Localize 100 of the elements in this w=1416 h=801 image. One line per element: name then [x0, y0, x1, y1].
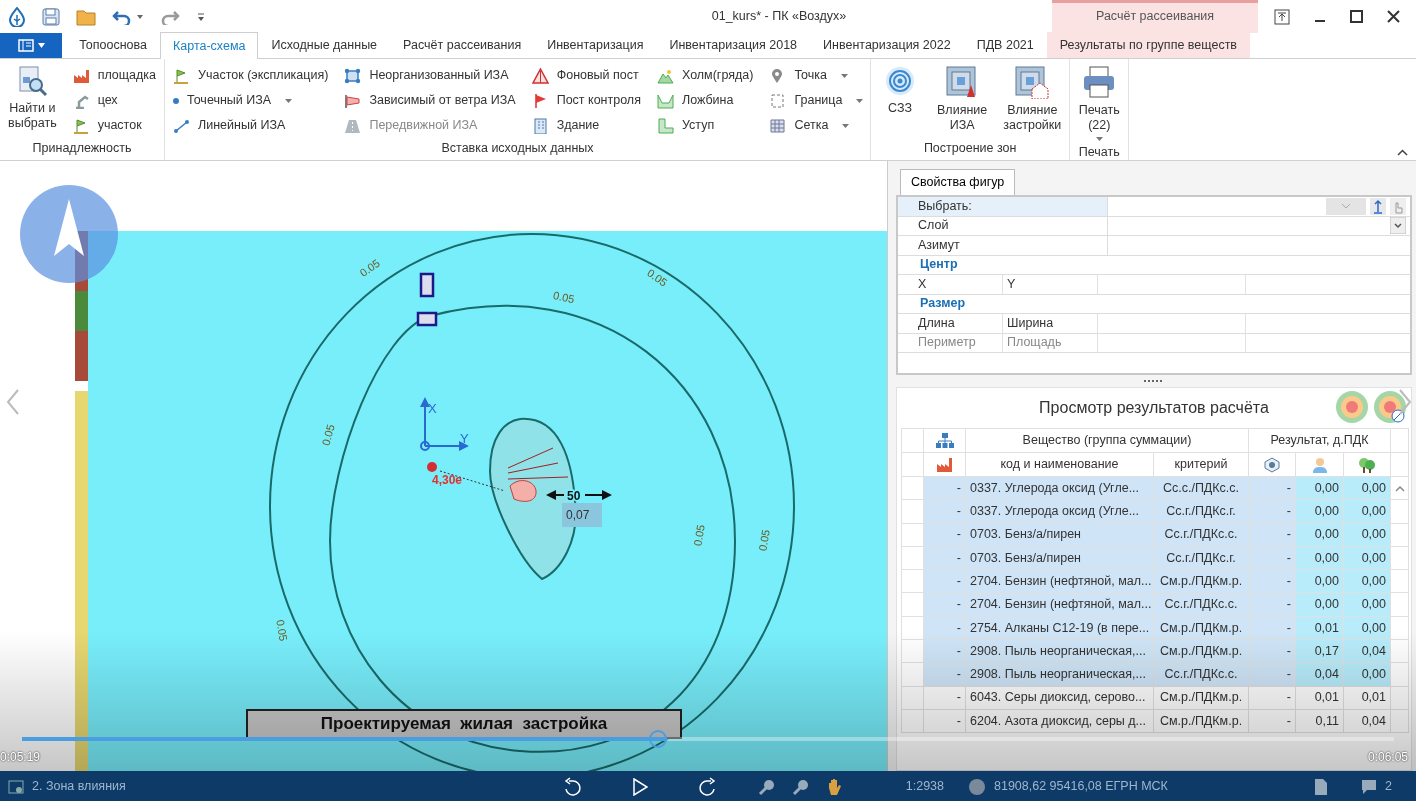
ribbon-tab[interactable]: Карта-схема — [160, 32, 259, 59]
ribbon-button[interactable]: Точечный ИЗА — [169, 88, 333, 113]
table-cell: 2754. Алканы С12-19 (в пере... — [965, 616, 1154, 640]
file-menu-button[interactable] — [0, 33, 63, 58]
collapse-icon[interactable] — [1397, 149, 1408, 156]
table-cell: 0703. Бенз/а/пирен — [965, 523, 1154, 547]
ribbon-button[interactable]: Участок (экспликация) — [169, 63, 333, 88]
ribbon-button[interactable]: Неорганизованный ИЗА — [340, 63, 520, 88]
target-icon[interactable] — [1373, 390, 1407, 424]
play-icon[interactable] — [631, 777, 648, 796]
valley-icon — [656, 92, 674, 109]
scroll-up-icon[interactable] — [1395, 484, 1405, 492]
trees-icon[interactable] — [1358, 456, 1376, 473]
elapsed-time: 0:05:19 — [0, 749, 41, 766]
factory-icon[interactable] — [935, 456, 954, 473]
ribbon-button[interactable]: Сетка — [765, 113, 868, 138]
contour-label: 0.05 — [357, 256, 382, 279]
ribbon-button[interactable]: цех — [68, 88, 161, 113]
property-label: Длина — [898, 314, 1003, 333]
group-label: Принадлежность — [31, 140, 133, 158]
building-icon — [531, 117, 549, 134]
search-icon — [16, 65, 49, 97]
ribbon-button[interactable]: площадка — [68, 63, 161, 88]
ribbon-button[interactable]: Влияние ИЗА — [933, 63, 992, 135]
ribbon-button[interactable]: СЗЗ — [875, 63, 926, 118]
table-cell: 0337. Углерода оксид (Угле... — [965, 499, 1154, 524]
ribbon-button[interactable]: Пост контроля — [527, 88, 645, 113]
table-cell: - — [923, 686, 966, 710]
group-label: Вставка исходных данных — [440, 140, 595, 158]
ribbon-button[interactable]: Холм(гряда) — [652, 63, 758, 88]
ribbon-button[interactable]: Ложбина — [652, 88, 758, 113]
ribbon-button[interactable]: Фоновый пост — [527, 63, 645, 88]
total-time: 0:06:05 — [1367, 749, 1408, 766]
ribbon-button[interactable]: Печать (22) — [1074, 63, 1125, 143]
panel-tab[interactable]: Свойства фигур — [900, 169, 1016, 195]
restore-icon[interactable] — [1274, 8, 1290, 25]
zoom-in-icon[interactable] — [757, 777, 776, 796]
target-icon[interactable] — [1335, 390, 1369, 424]
flag-icon — [72, 117, 90, 134]
contour-label: 0.05 — [319, 423, 337, 447]
axis-label: Y — [460, 431, 469, 446]
ribbon-button[interactable]: Точка — [765, 63, 868, 88]
table-cell: - — [923, 709, 966, 733]
hierarchy-icon[interactable] — [935, 432, 954, 449]
ribbon-button[interactable]: Влияние застройки — [999, 63, 1066, 135]
line-icon — [173, 117, 191, 134]
next-icon[interactable] — [1398, 389, 1412, 415]
ribbon-button[interactable]: участок — [68, 113, 161, 138]
caret-icon — [842, 123, 850, 128]
ribbon-tab[interactable]: Результаты по группе веществ — [1046, 32, 1250, 58]
contour-label: 0.05 — [552, 289, 576, 306]
results-title: Просмотр результатов расчёта — [1039, 398, 1269, 418]
maximize-icon[interactable] — [1350, 10, 1363, 23]
group-label: Построение зон — [922, 140, 1018, 158]
ribbon-button[interactable]: Уступ — [652, 113, 758, 138]
redo-icon[interactable] — [160, 8, 180, 25]
menu-icon — [17, 39, 34, 52]
save-icon[interactable] — [42, 7, 60, 26]
contour-label: 0.05 — [645, 266, 670, 289]
folder-icon[interactable] — [76, 7, 96, 26]
ribbon-tab[interactable]: Инвентаризация 2018 — [656, 32, 811, 58]
section-title: Центр — [919, 256, 958, 274]
caret-icon — [37, 43, 45, 48]
factory-icon — [72, 67, 90, 84]
hill-icon — [656, 67, 674, 84]
window-title: 01_kurs* - ПК «Воздух» — [710, 8, 848, 26]
caret-icon[interactable] — [136, 13, 144, 20]
undo-icon[interactable] — [112, 8, 132, 25]
up-arrow-icon[interactable] — [1370, 197, 1386, 215]
caret-icon — [285, 98, 293, 103]
customize-icon[interactable] — [196, 11, 206, 22]
close-icon[interactable] — [1387, 10, 1400, 23]
ribbon-tab[interactable]: Исходные данные — [258, 32, 391, 58]
document-icon[interactable] — [1313, 777, 1330, 796]
ribbon-button[interactable]: Линейный ИЗА — [169, 113, 333, 138]
progress-thumb[interactable] — [648, 730, 667, 748]
ribbon-tab[interactable]: Топооснова — [66, 32, 160, 58]
ribbon-tab[interactable]: Расчёт рассеивания — [390, 32, 535, 58]
ribbon-tab[interactable]: Инвентаризация — [534, 32, 657, 58]
splitter-grip-icon[interactable] — [1143, 379, 1165, 383]
dropdown-icon[interactable] — [1390, 217, 1406, 235]
ribbon-button[interactable]: Зависимый от ветра ИЗА — [340, 88, 520, 113]
message-icon[interactable] — [1361, 778, 1378, 795]
app-logo-icon[interactable] — [8, 6, 26, 27]
area-icon — [344, 67, 362, 84]
property-label: Площадь — [1003, 333, 1098, 352]
ribbon-tab[interactable]: ПДВ 2021 — [963, 32, 1047, 58]
column-header: критерий — [1153, 452, 1249, 477]
triangle-icon — [531, 67, 549, 84]
zoom-out-icon[interactable] — [791, 777, 810, 796]
ribbon-button[interactable]: Здание — [527, 113, 645, 138]
compass-icon[interactable] — [19, 184, 119, 284]
ribbon-tab[interactable]: Инвентаризация 2022 — [810, 32, 964, 58]
contour-label: 0.05 — [756, 528, 772, 552]
ribbon-button[interactable]: Найти и выбрать — [4, 63, 61, 133]
coordinates: 81908,62 95416,08 ЕГРН МСК — [994, 778, 1168, 796]
camera-icon[interactable] — [1263, 456, 1281, 473]
person-icon[interactable] — [1311, 456, 1328, 473]
ribbon-button[interactable]: Граница — [765, 88, 868, 113]
road-icon — [344, 117, 362, 134]
